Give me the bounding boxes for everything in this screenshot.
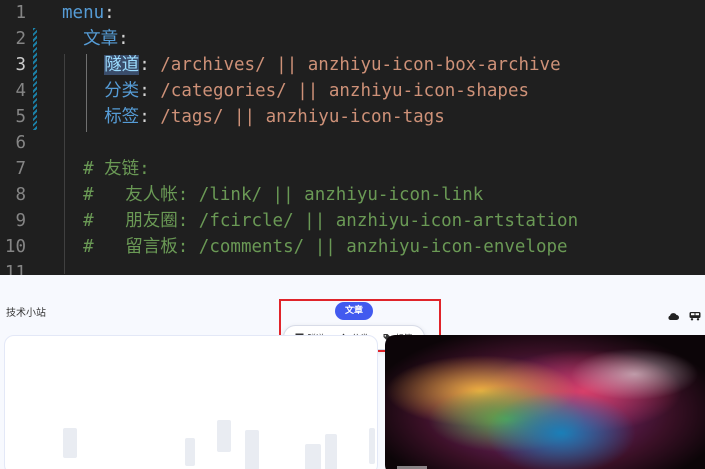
code-token: :: [104, 3, 115, 23]
line-number: 10: [4, 237, 26, 257]
code-text: # 朋友圈: /fcircle/ || anzhiyu-icon-artstat…: [83, 208, 578, 234]
code-token: 标签: [104, 107, 140, 127]
site-title[interactable]: 技术小站: [6, 304, 46, 319]
code-text: # 友人帐: /link/ || anzhiyu-icon-link: [83, 182, 483, 208]
code-text: 文章:: [83, 26, 129, 52]
code-token: # 友链:: [83, 159, 150, 179]
code-token: /categories/ || anzhiyu-icon-shapes: [160, 81, 530, 101]
code-line[interactable]: 6: [0, 130, 705, 156]
code-token: /tags/ || anzhiyu-icon-tags: [160, 107, 445, 127]
website-preview: 技术小站 文章 隧道 分类 标签: [0, 275, 705, 469]
illustration-shape: [305, 444, 321, 469]
code-token: # 留言板: /comments/ || anzhiyu-icon-envelo…: [83, 237, 568, 257]
code-token: :: [139, 107, 161, 127]
code-token: :: [139, 81, 161, 101]
code-line[interactable]: 10 # 留言板: /comments/ || anzhiyu-icon-enve…: [0, 234, 705, 260]
line-number: 2: [15, 29, 26, 49]
illustration-shape: [325, 434, 337, 469]
cloud-icon[interactable]: [667, 306, 679, 320]
code-line[interactable]: 8 # 友人帐: /link/ || anzhiyu-icon-link: [0, 182, 705, 208]
code-text: 标签: /tags/ || anzhiyu-icon-tags: [104, 104, 445, 130]
code-text: menu:: [62, 0, 115, 26]
code-token: # 朋友圈: /fcircle/ || anzhiyu-icon-artstat…: [83, 211, 579, 231]
indent-guide-active: [86, 54, 87, 132]
line-number: 3: [15, 55, 26, 75]
banner-card-left[interactable]: [4, 335, 378, 469]
line-number: 1: [15, 3, 26, 23]
line-number: 5: [15, 107, 26, 127]
code-token: :: [139, 55, 161, 75]
line-number: 8: [15, 185, 26, 205]
modified-line-marker: [33, 28, 37, 130]
header-right-icons: [667, 306, 701, 321]
indent-guide: [64, 54, 65, 274]
code-line[interactable]: 11: [0, 260, 705, 275]
code-text: # 留言板: /comments/ || anzhiyu-icon-envelo…: [83, 234, 567, 260]
line-number: 4: [15, 81, 26, 101]
code-editor[interactable]: 1 menu: 2 文章: 3 隧道: /archives/ || anzhiyu-ico…: [0, 0, 705, 275]
code-line[interactable]: 2 文章:: [0, 26, 705, 52]
illustration-shape: [63, 428, 77, 458]
code-token: 文章: [83, 29, 119, 49]
code-line[interactable]: 1 menu:: [0, 0, 705, 26]
code-token: 隧道: [104, 55, 140, 75]
code-text: 分类: /categories/ || anzhiyu-icon-shapes: [104, 78, 529, 104]
bus-icon[interactable]: [689, 306, 701, 321]
code-token: /archives/ || anzhiyu-icon-box-archive: [160, 55, 561, 75]
code-line[interactable]: 4 分类: /categories/ || anzhiyu-icon-shapes: [0, 78, 705, 104]
code-line[interactable]: 7 # 友链:: [0, 156, 705, 182]
code-line[interactable]: 5 标签: /tags/ || anzhiyu-icon-tags: [0, 104, 705, 130]
line-number: 11: [4, 263, 26, 275]
code-line[interactable]: 9 # 朋友圈: /fcircle/ || anzhiyu-icon-artsta…: [0, 208, 705, 234]
banner-image-card[interactable]: [385, 335, 705, 469]
code-token: # 友人帐: /link/ || anzhiyu-icon-link: [83, 185, 484, 205]
code-text: 隧道: /archives/ || anzhiyu-icon-box-archi…: [104, 52, 561, 78]
code-text: # 友链:: [83, 156, 150, 182]
illustration-shape: [217, 420, 231, 452]
code-line[interactable]: 3 隧道: /archives/ || anzhiyu-icon-box-arch…: [0, 52, 705, 78]
code-token: menu: [62, 3, 105, 23]
line-number: 7: [15, 159, 26, 179]
illustration-shape: [369, 428, 375, 464]
code-token: :: [118, 29, 129, 49]
code-token: 分类: [104, 81, 140, 101]
illustration-shape: [185, 438, 195, 466]
line-number: 9: [15, 211, 26, 231]
line-number: 6: [15, 133, 26, 153]
illustration-shape: [245, 430, 259, 469]
